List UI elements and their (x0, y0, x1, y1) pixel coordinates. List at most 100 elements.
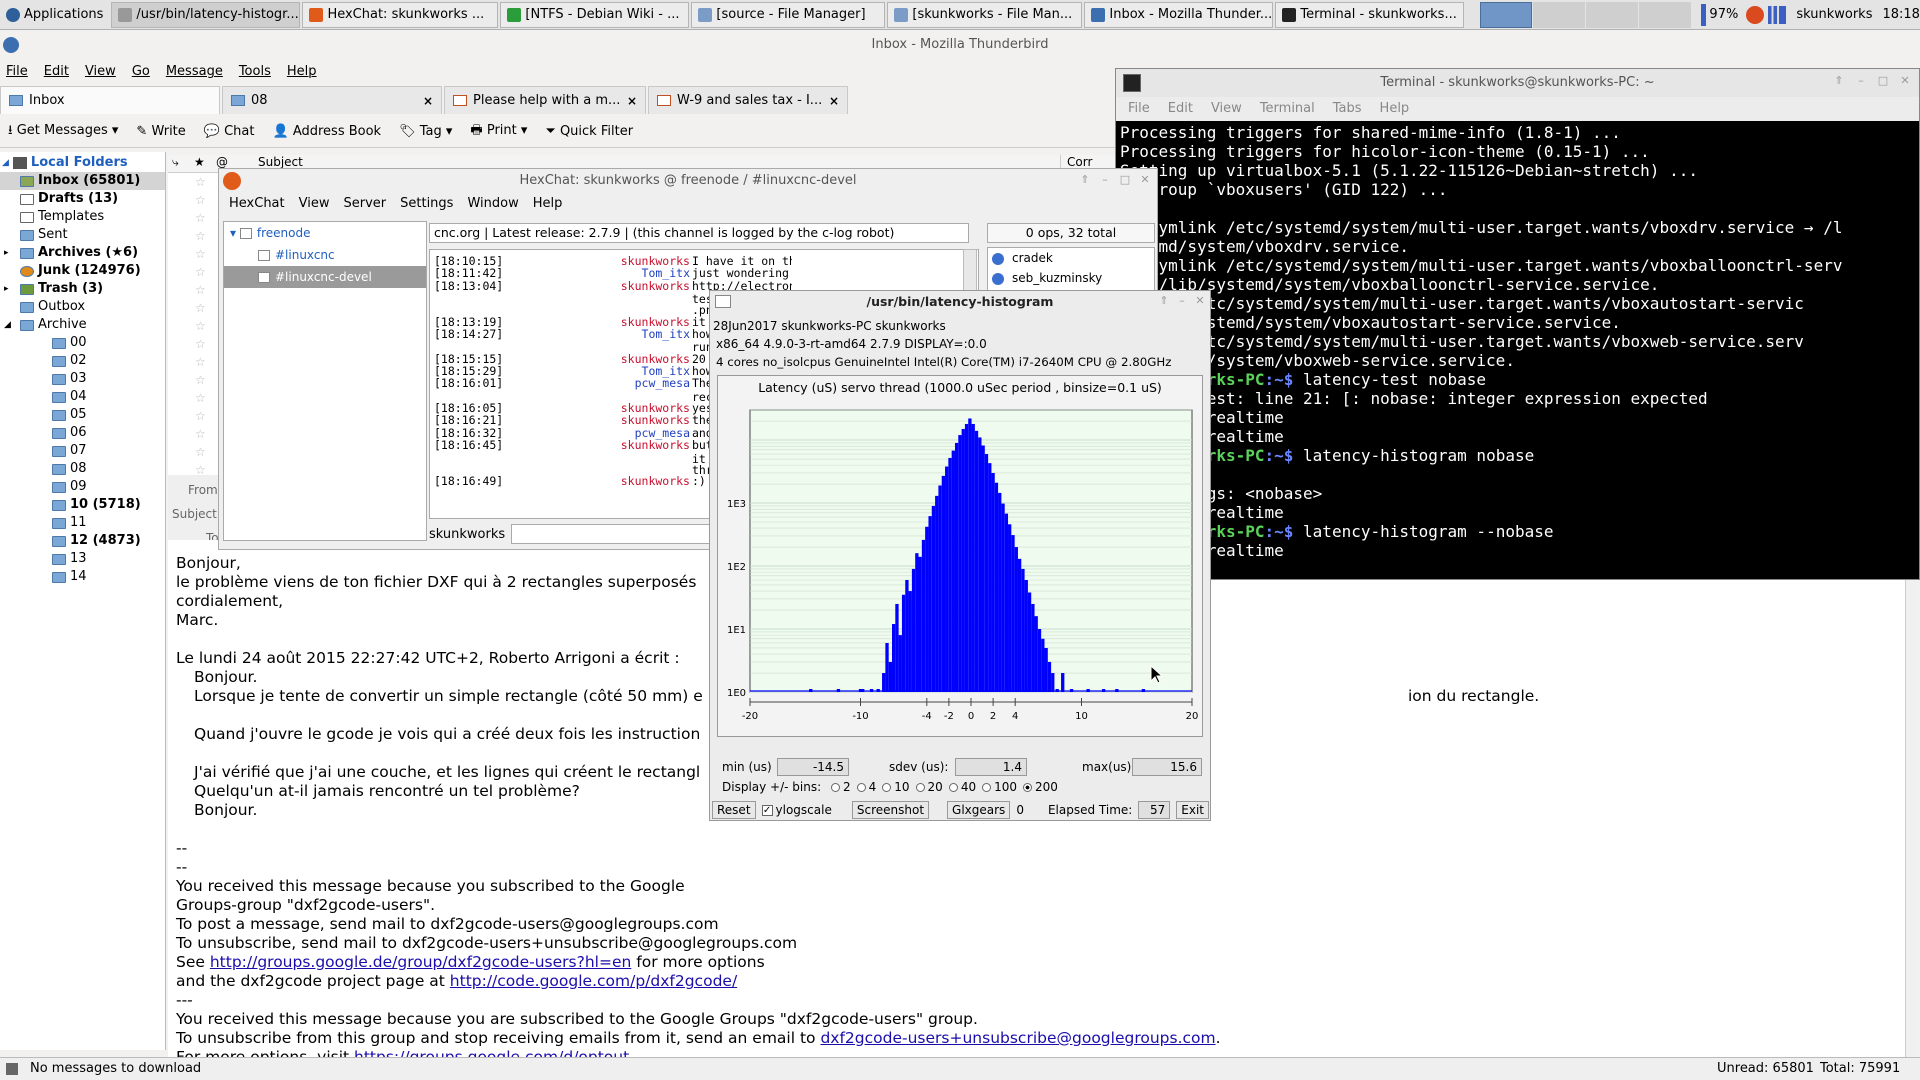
message-star-icon[interactable]: ☆ (195, 265, 206, 279)
message-star-icon[interactable]: ☆ (195, 229, 206, 243)
bins-radio-200[interactable]: 200 (1017, 780, 1058, 794)
folder-item[interactable]: Drafts (13) (0, 190, 165, 208)
wifi-signal-icon[interactable] (1768, 5, 1787, 24)
terminal-menu-view[interactable]: View (1211, 97, 1242, 121)
message-star-icon[interactable]: ☆ (195, 301, 206, 315)
user-list-item[interactable]: seb_kuzminsky (988, 268, 1154, 288)
chat-nick[interactable]: Tom_itx (580, 327, 690, 341)
message-star-icon[interactable]: ☆ (195, 319, 206, 333)
bins-radio-2[interactable]: 2 (825, 780, 851, 794)
reset-button[interactable]: Reset (712, 801, 756, 819)
chat-button[interactable]: 💬 Chat (204, 124, 255, 139)
terminal-menu-file[interactable]: File (1128, 97, 1150, 121)
exit-button[interactable]: Exit (1176, 801, 1209, 819)
message-star-icon[interactable]: ☆ (195, 193, 206, 207)
maximize-icon[interactable]: □ (1877, 75, 1889, 87)
bins-radio-4[interactable]: 4 (851, 780, 876, 794)
tab-1[interactable]: 08 × (222, 86, 442, 114)
menu-file[interactable]: File (6, 60, 28, 84)
channel-tree-item[interactable]: #linuxcnc (224, 244, 426, 266)
folder-item[interactable]: 11 (0, 514, 165, 532)
folder-item[interactable]: Junk (124976) (0, 262, 165, 280)
applications-menu-button[interactable]: Applications (0, 2, 109, 28)
chat-nick[interactable]: skunkworks (580, 438, 690, 452)
message-star-icon[interactable]: ☆ (195, 373, 206, 387)
taskbar-window-1[interactable]: HexChat: skunkworks ... (302, 1, 499, 28)
folder-item[interactable]: 13 (0, 550, 165, 568)
folder-item[interactable]: Inbox (65801) (0, 172, 165, 190)
message-star-icon[interactable]: ☆ (195, 391, 206, 405)
menu-edit[interactable]: Edit (44, 60, 69, 84)
write-button[interactable]: ✎ Write (136, 124, 185, 139)
quick-filter-button[interactable]: ⏷ Quick Filter (545, 124, 633, 139)
unsubscribe-email-link[interactable]: dxf2gcode-users+unsubscribe@googlegroups… (820, 1029, 1215, 1047)
close-tab-icon[interactable]: × (829, 94, 839, 108)
close-icon[interactable]: ✕ (1899, 75, 1911, 87)
project-page-link[interactable]: http://code.google.com/p/dxf2gcode/ (450, 972, 737, 990)
tab-2[interactable]: Please help with a m... × (444, 86, 646, 114)
minimize-icon[interactable]: – (1176, 295, 1188, 307)
workspace-switcher[interactable] (1480, 1, 1692, 28)
attachment-column-icon[interactable]: @ (216, 155, 228, 169)
folder-item[interactable]: 06 (0, 424, 165, 442)
folder-item[interactable]: 09 (0, 478, 165, 496)
workspace-4[interactable] (1639, 1, 1692, 28)
taskbar-window-0[interactable]: /usr/bin/latency-histogr... (111, 1, 301, 28)
folder-item[interactable]: 12 (4873) (0, 532, 165, 550)
hexchat-menu-help[interactable]: Help (533, 193, 563, 215)
menu-go[interactable]: Go (132, 60, 150, 84)
close-tab-icon[interactable]: × (423, 94, 433, 108)
taskbar-window-3[interactable]: [source - File Manager] (691, 1, 886, 28)
close-icon[interactable]: ✕ (1194, 295, 1206, 307)
terminal-output[interactable]: Processing triggers for shared-mime-info… (1120, 123, 1918, 560)
folder-item[interactable]: 05 (0, 406, 165, 424)
thread-column-icon[interactable]: ⤷ (172, 155, 179, 170)
folder-item[interactable]: 02 (0, 352, 165, 370)
taskbar-window-6[interactable]: Terminal - skunkworks... (1275, 1, 1465, 28)
message-star-icon[interactable]: ☆ (195, 445, 206, 459)
folder-item[interactable]: 10 (5718) (0, 496, 165, 514)
terminal-menu-terminal[interactable]: Terminal (1260, 97, 1315, 121)
channel-tree-item[interactable]: #linuxcnc-devel (224, 266, 426, 288)
bins-radio-100[interactable]: 100 (976, 780, 1017, 794)
message-star-icon[interactable]: ☆ (195, 355, 206, 369)
message-star-icon[interactable]: ☆ (195, 247, 206, 261)
chevron-down-icon[interactable]: ▾ (112, 123, 119, 138)
offline-icon[interactable] (6, 1063, 18, 1075)
folder-item[interactable]: 07 (0, 442, 165, 460)
folder-item[interactable]: Sent (0, 226, 165, 244)
folder-item[interactable]: ◢ Archive (0, 316, 165, 334)
tag-button[interactable]: 🏷 Tag ▾ (399, 124, 452, 139)
message-input[interactable] (511, 524, 712, 544)
clock[interactable]: 18:18 (1882, 7, 1919, 22)
workspace-3[interactable] (1586, 1, 1639, 28)
message-star-icon[interactable]: ☆ (195, 211, 206, 225)
hexchat-menu-server[interactable]: Server (343, 193, 386, 215)
body-scrollbar[interactable] (1905, 540, 1918, 1057)
taskbar-window-4[interactable]: [skunkworks - File Man... (887, 1, 1083, 28)
hexchat-menu-hexchat[interactable]: HexChat (229, 193, 285, 215)
message-star-icon[interactable]: ☆ (195, 283, 206, 297)
chat-nick[interactable]: skunkworks (580, 474, 690, 488)
user-name[interactable]: skunkworks (1796, 7, 1872, 22)
folder-item[interactable]: 00 (0, 334, 165, 352)
chat-nick[interactable]: skunkworks (580, 279, 690, 293)
bins-radio-20[interactable]: 20 (910, 780, 943, 794)
maximize-up-icon[interactable]: ⇑ (1158, 295, 1170, 307)
screenshot-button[interactable]: Screenshot (851, 801, 930, 819)
folder-item[interactable]: 04 (0, 388, 165, 406)
twisty-closed-icon[interactable]: ▸ (4, 244, 16, 262)
chat-nick[interactable]: pcw_mesa (580, 376, 690, 390)
maximize-up-icon[interactable]: ⇑ (1079, 174, 1091, 186)
tab-3[interactable]: W-9 and sales tax - I... × (648, 86, 848, 114)
terminal-menu-help[interactable]: Help (1380, 97, 1410, 121)
ylogscale-checkbox[interactable]: ✓ ylogscale (761, 803, 832, 817)
groups-options-link[interactable]: http://groups.google.de/group/dxf2gcode-… (210, 953, 631, 971)
folder-item[interactable]: Outbox (0, 298, 165, 316)
message-star-icon[interactable]: ☆ (195, 337, 206, 351)
address-book-button[interactable]: 👤 Address Book (273, 124, 382, 139)
menu-tools[interactable]: Tools (239, 60, 271, 84)
menu-message[interactable]: Message (166, 60, 223, 84)
maximize-up-icon[interactable]: ⇑ (1833, 75, 1845, 87)
folder-item[interactable]: ▸ Archives (★6) (0, 244, 165, 262)
